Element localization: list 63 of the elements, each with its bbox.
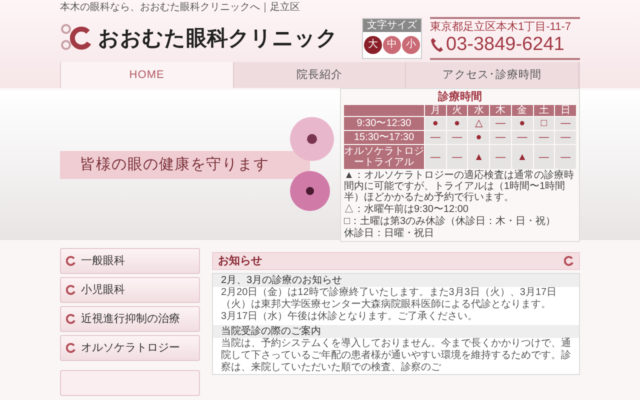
news-paragraph: 2月20日（金）は12時で診療終了いたします。また3月3日（火）、3月17日（火）は東邦大学医療センター大森病院眼科医師による代診となります。	[220, 287, 558, 310]
time-cell: オルソケラトロジートライアル	[344, 145, 424, 169]
schedule-note: ▲：オルソケラトロジーの適応検査は通常の診療時間内に可能ですが、トライアルは（1時間〜1時間半）ほどかかるため予約で行います。	[344, 170, 575, 203]
ring-icon	[66, 256, 76, 266]
day-header: 火	[446, 105, 468, 116]
ring-icon	[564, 256, 574, 266]
schedule-cell: ―	[446, 145, 468, 169]
sidebar-link[interactable]: オルソケラトロジー	[60, 335, 200, 361]
schedule-cell: ●	[512, 117, 533, 130]
day-header: 金	[512, 105, 533, 116]
sidebar-link[interactable]: 一般眼科	[60, 248, 200, 274]
news-entry-title: 当院受診の際のご案内	[213, 325, 579, 338]
schedule-cell: ―	[555, 131, 576, 144]
logo-icon	[60, 23, 94, 53]
schedule-note: □：土曜は第3のみ休診（休診日：木・日・祝）	[344, 216, 557, 227]
day-header: 土	[534, 105, 554, 116]
news-paragraph: 当院は、予約システムくを導入しておりません。今まで長くかかりつけで、通院して下さっているご年配の患者様が通いやすい環境を維持するためです。診察は、来院していただいた順での検査、診察のご	[220, 338, 572, 374]
schedule-cell: ●	[425, 117, 446, 130]
schedule-cell: ●	[468, 131, 490, 144]
sidebar-link[interactable]: 近視進行抑制の治療	[60, 306, 200, 332]
phone-number: 03-3849-6241	[446, 34, 564, 56]
schedule-cell: ―	[490, 117, 511, 130]
schedule-cell: △	[468, 117, 490, 130]
schedule-cell: ―	[490, 145, 511, 169]
font-size-title: 文字サイズ	[363, 18, 421, 32]
news-paragraph: 3月17日（水）午後は休診となります。ご了承ください。	[220, 311, 479, 323]
schedule-cell: ―	[555, 145, 576, 169]
nav-tab[interactable]: HOME	[61, 62, 234, 88]
schedule-cell: ―	[490, 131, 511, 144]
news-entry-title: 2月、3月の診療のお知らせ	[213, 274, 579, 287]
ring-icon	[66, 285, 76, 295]
tagline: 本木の眼科なら、おおむた眼科クリニックへ｜足立区	[60, 0, 300, 14]
schedule-cell: ▲	[512, 145, 533, 169]
day-header: 日	[555, 105, 576, 116]
schedule-cell: ―	[425, 131, 446, 144]
ring-icon	[66, 343, 76, 353]
phone-icon	[430, 36, 444, 52]
clinic-name: おおむた眼科クリニック	[98, 28, 338, 48]
font-size-button[interactable]: 大	[364, 36, 382, 54]
time-cell: 15:30〜17:30	[344, 131, 424, 144]
schedule-cell: ―	[534, 145, 554, 169]
day-header: 木	[490, 105, 511, 116]
schedule-cell: ―	[512, 131, 533, 144]
time-cell: 9:30〜12:30	[344, 117, 424, 130]
schedule-note: △：水曜午前は9:30〜12:00	[344, 204, 470, 215]
address: 東京都足立区本木1丁目-11-7	[430, 20, 571, 34]
news-title: お知らせ	[218, 254, 262, 269]
slogan: 皆様の眼の健康を守ります	[80, 154, 269, 175]
schedule-cell: □	[534, 117, 554, 130]
schedule-cell: ―	[534, 131, 554, 144]
schedule-cell: ▲	[468, 145, 490, 169]
sidebar-link[interactable]: 小児眼科	[60, 277, 200, 303]
font-size-button[interactable]: 小	[402, 36, 420, 54]
schedule-cell: ●	[446, 117, 468, 130]
day-header: 水	[468, 105, 490, 116]
schedule-cell: ―	[425, 145, 446, 169]
font-size-button[interactable]: 中	[383, 36, 401, 54]
schedule-note: 休診日：日曜・祝日	[344, 228, 435, 239]
ring-icon	[66, 314, 76, 324]
schedule-cell: ―	[446, 131, 468, 144]
schedule-cell: ―	[555, 117, 576, 130]
day-header: 月	[425, 105, 446, 116]
schedule-title: 診療時間	[436, 91, 483, 104]
